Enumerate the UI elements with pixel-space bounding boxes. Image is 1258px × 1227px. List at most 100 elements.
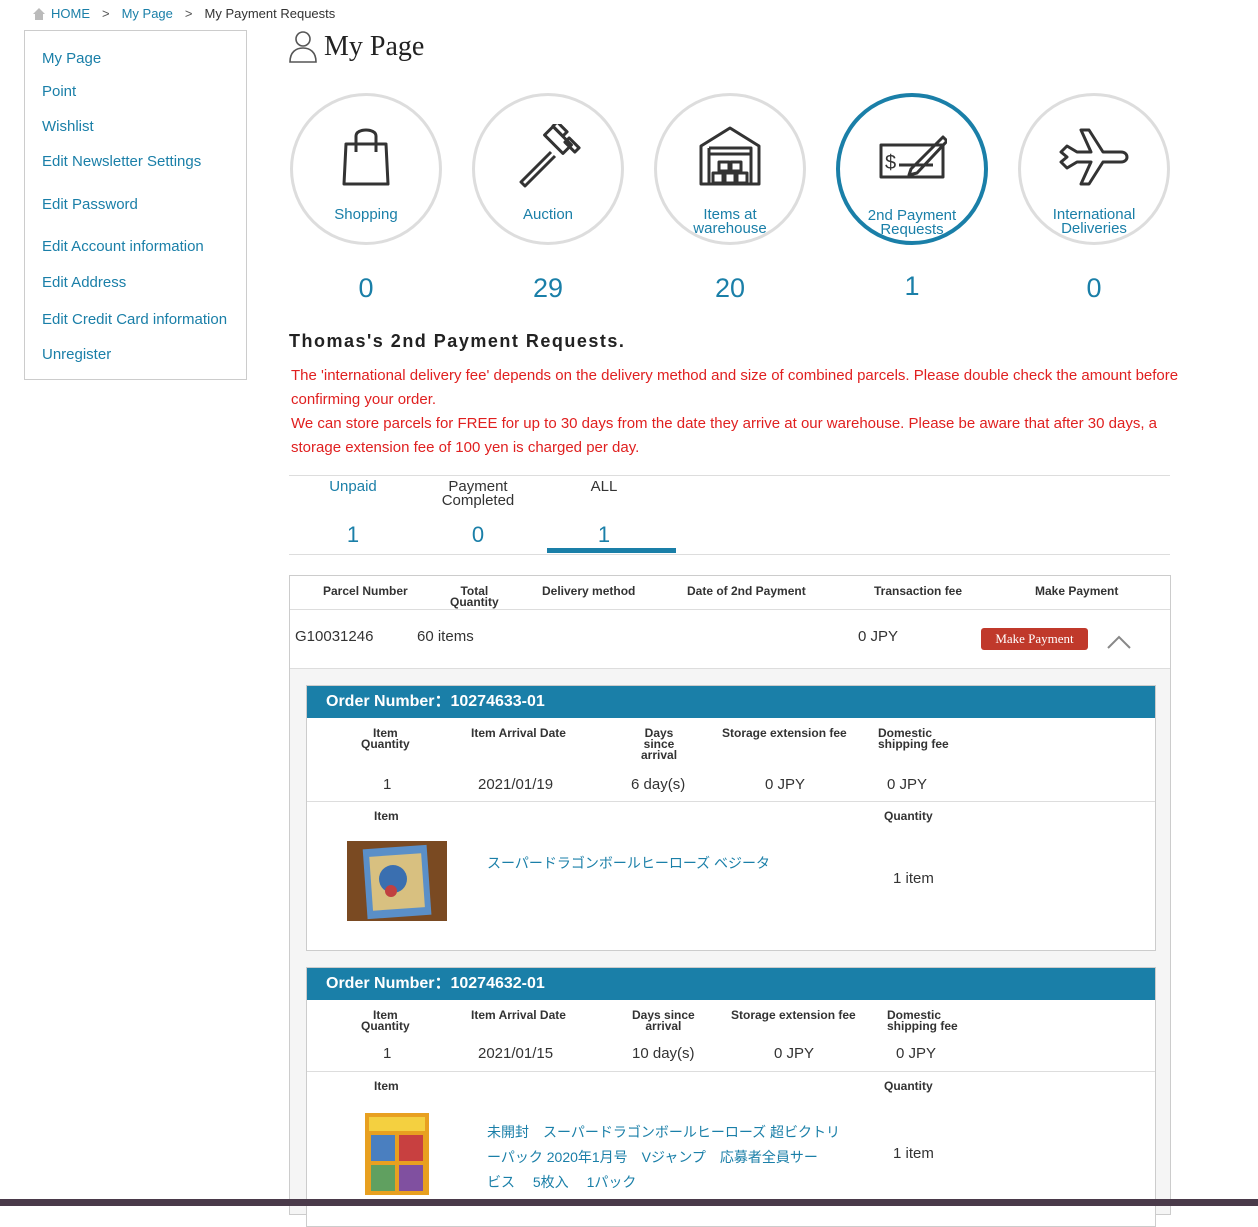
status-tabs: Unpaid 1 Payment Completed 0 ALL 1 [289, 475, 1170, 555]
value-domestic-shipping: 0 JPY [887, 776, 928, 793]
header-delivery-method: Delivery method [542, 584, 636, 598]
header-total-quantity: Total Quantity [450, 584, 499, 609]
shopping-bag-icon [342, 128, 390, 186]
breadcrumb-current: My Payment Requests [204, 6, 336, 21]
tab-count: 1 [597, 522, 611, 547]
label-domestic-shipping: Domestic shipping fee [887, 1008, 958, 1033]
category-label: International Deliveries [1052, 206, 1136, 237]
page-title-wrap: My Page [288, 30, 424, 64]
user-icon [289, 31, 317, 63]
sidebar-item-point[interactable]: Point [42, 83, 76, 100]
tab-unpaid[interactable]: Unpaid 1 [289, 479, 417, 548]
item-thumbnail[interactable] [347, 841, 447, 921]
breadcrumb-mypage-link[interactable]: My Page [122, 6, 173, 21]
category-count-auction[interactable]: 29 [472, 273, 624, 304]
category-label: Items at warehouse [693, 206, 767, 237]
label-item: Item [374, 809, 399, 823]
notice-line: We can store parcels for FREE for up to … [291, 415, 1158, 456]
header-make-payment: Make Payment [1035, 584, 1119, 598]
order-number: Order Number：10274633-01 [307, 686, 1155, 718]
home-icon [33, 7, 45, 20]
label-domestic-shipping: Domestic shipping fee [878, 726, 949, 751]
gavel-icon [519, 124, 581, 188]
label-storage-fee: Storage extension fee [731, 1008, 856, 1022]
breadcrumb: HOME > My Page > My Payment Requests [32, 6, 335, 21]
parcel-total-quantity: 60 items [417, 628, 474, 645]
item-quantity: 1 item [893, 870, 934, 887]
label-days-since-arrival: Days since arrival [641, 726, 678, 762]
category-international[interactable]: International Deliveries [1018, 93, 1170, 245]
category-warehouse[interactable]: Items at warehouse [654, 93, 806, 245]
category-label: 2nd Payment Requests [867, 207, 957, 238]
value-item-quantity: 1 [383, 776, 392, 793]
header-date-2nd-payment: Date of 2nd Payment [687, 584, 806, 598]
tab-payment-completed[interactable]: Payment Completed 0 [414, 479, 542, 548]
section-title: Thomas's 2nd Payment Requests. [289, 331, 626, 351]
parcel-transaction-fee: 0 JPY [858, 628, 899, 645]
category-count-warehouse[interactable]: 20 [654, 273, 806, 304]
category-2nd-payment[interactable]: $ 2nd Payment Requests [836, 93, 988, 245]
header-transaction-fee: Transaction fee [874, 584, 963, 598]
parcel-row: G10031246 60 items 0 JPY Make Payment [290, 610, 1170, 669]
order-card: Order Number：10274633-01 Item Quantity It… [306, 685, 1156, 951]
category-label: Shopping [334, 206, 398, 223]
parcel-number: G10031246 [295, 628, 374, 645]
sidebar-item-credit-card[interactable]: Edit Credit Card information [42, 311, 227, 328]
sidebar: My Page Point Wishlist Edit Newsletter S… [24, 30, 247, 380]
value-item-quantity: 1 [383, 1045, 392, 1062]
value-arrival-date: 2021/01/19 [478, 776, 554, 793]
sidebar-item-account[interactable]: Edit Account information [42, 238, 204, 255]
notice-text: The 'international delivery fee' depends… [291, 364, 1201, 460]
sidebar-item-address[interactable]: Edit Address [42, 274, 126, 291]
tab-all[interactable]: ALL 1 [540, 479, 668, 548]
label-item: Item [374, 1079, 399, 1093]
label-quantity: Quantity [884, 809, 933, 823]
value-domestic-shipping: 0 JPY [896, 1045, 937, 1062]
category-count-shopping[interactable]: 0 [290, 273, 442, 304]
divider [307, 1071, 1155, 1072]
chevron-up-icon[interactable] [1106, 634, 1132, 650]
svg-text:$: $ [885, 152, 896, 174]
tab-count: 1 [346, 522, 360, 547]
breadcrumb-separator: > [184, 6, 193, 21]
label-arrival-date: Item Arrival Date [471, 726, 566, 740]
item-name-link[interactable]: ーパック 2020年1月号 Vジャンプ 応募者全員サー [487, 1145, 840, 1170]
category-count-2nd-payment[interactable]: 1 [836, 271, 988, 302]
item-name-wrap: 未開封 スーパードラゴンボールヒーローズ 超ビクトリ ーパック 2020年1月号… [487, 1120, 840, 1195]
category-label: Auction [522, 206, 574, 223]
item-name-link[interactable]: スーパードラゴンボールヒーローズ ベジータ [487, 851, 770, 876]
sidebar-item-unregister[interactable]: Unregister [42, 346, 111, 363]
item-name-link[interactable]: ビス 5枚入 1パック [487, 1170, 840, 1195]
tab-count: 0 [471, 522, 485, 547]
parcel-table: Parcel Number Total Quantity Delivery met… [289, 575, 1171, 1227]
tab-label: Completed [441, 492, 515, 509]
value-storage-fee: 0 JPY [765, 776, 806, 793]
make-payment-button[interactable]: Make Payment [981, 628, 1088, 650]
value-arrival-date: 2021/01/15 [478, 1045, 554, 1062]
sidebar-item-newsletter[interactable]: Edit Newsletter Settings [42, 153, 201, 170]
value-days: 6 day(s) [631, 776, 686, 793]
warehouse-icon [699, 126, 761, 186]
header-parcel-number: Parcel Number [323, 584, 408, 598]
category-auction[interactable]: Auction [472, 93, 624, 245]
label-item-quantity: Item Quantity [361, 1008, 410, 1033]
sidebar-item-my-page[interactable]: My Page [42, 50, 101, 67]
item-thumbnail[interactable] [365, 1113, 429, 1195]
window-bottom-bar [0, 1199, 1258, 1206]
divider [307, 801, 1155, 802]
category-count-international[interactable]: 0 [1018, 273, 1170, 304]
label-storage-fee: Storage extension fee [722, 726, 847, 740]
value-days: 10 day(s) [632, 1045, 695, 1062]
label-arrival-date: Item Arrival Date [471, 1008, 566, 1022]
sidebar-item-password[interactable]: Edit Password [42, 196, 138, 213]
item-name-link[interactable]: 未開封 スーパードラゴンボールヒーローズ 超ビクトリ [487, 1120, 840, 1145]
sidebar-item-wishlist[interactable]: Wishlist [42, 118, 94, 135]
active-tab-indicator [547, 548, 676, 553]
check-icon: $ [879, 135, 947, 179]
label-item-quantity: Item Quantity [361, 726, 410, 751]
breadcrumb-home-link[interactable]: HOME [51, 6, 90, 21]
notice-line: The 'international delivery fee' depends… [291, 367, 1179, 408]
parcel-table-header: Parcel Number Total Quantity Delivery met… [290, 576, 1170, 610]
order-card: Order Number：10274632-01 Item Quantity It… [306, 967, 1156, 1227]
category-shopping[interactable]: Shopping [290, 93, 442, 245]
